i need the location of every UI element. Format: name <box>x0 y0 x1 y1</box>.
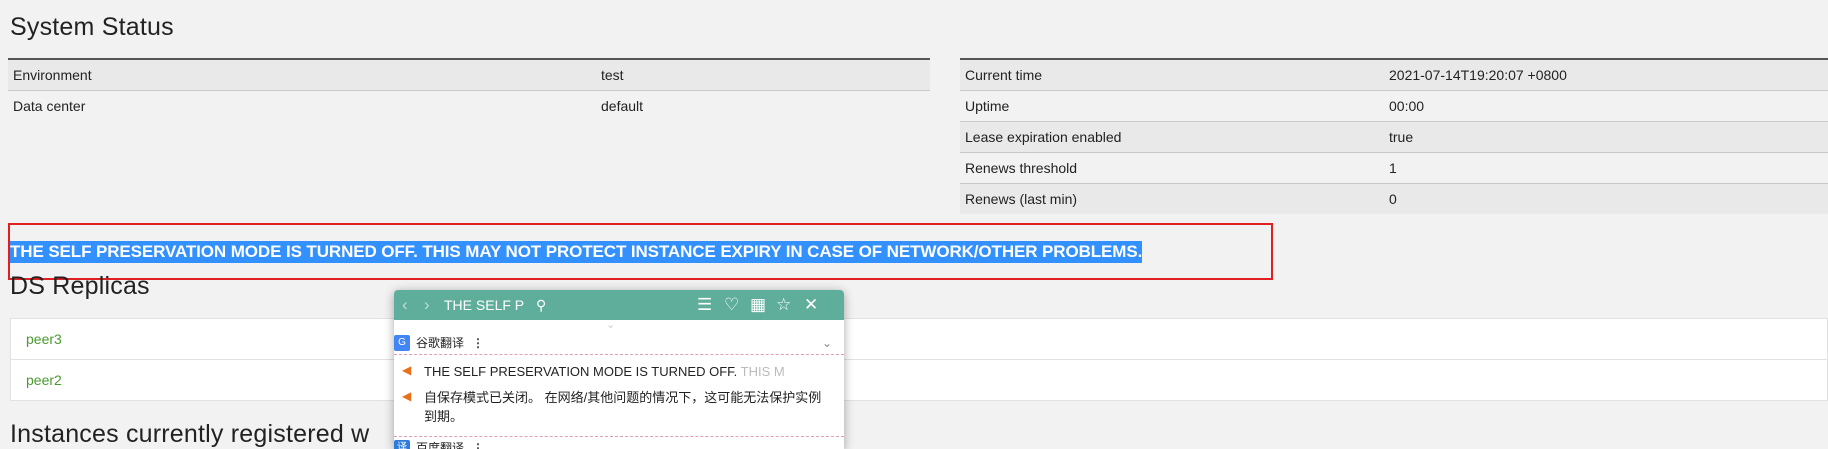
source-text-overflow: THIS M <box>737 364 785 379</box>
engine-name: 谷歌翻译 <box>416 336 465 350</box>
row-value: true <box>1384 121 1828 153</box>
translation-popup[interactable]: ‹ › THE SELF PI ⚲ ☰ ♡ ▦ ☆ ✕ ⌄ G 谷歌翻译 ⋮ ⌄… <box>394 290 844 449</box>
row-label: Renews (last min) <box>960 183 1384 214</box>
row-label: Environment <box>8 58 596 91</box>
row-value: 2021-07-14T19:20:07 +0800 <box>1384 58 1828 91</box>
google-translate-section[interactable]: G 谷歌翻译 ⋮ ⌄ <box>394 332 844 355</box>
row-label: Renews threshold <box>960 152 1384 184</box>
table-row: Data center default <box>8 90 930 121</box>
row-value: 00:00 <box>1384 90 1828 122</box>
translated-text: 自保存模式已关闭。 在网络/其他问题的情况下，这可能无法保护实例到期。 <box>424 390 822 424</box>
baidu-translate-logo-icon: 译 <box>394 440 410 449</box>
speaker-icon[interactable]: ◀ <box>402 363 411 377</box>
more-options-icon[interactable]: ⋮ <box>472 332 484 354</box>
self-preservation-warning[interactable]: THE SELF PRESERVATION MODE IS TURNED OFF… <box>10 241 1142 263</box>
source-text: THE SELF PRESERVATION MODE IS TURNED OFF… <box>424 364 738 379</box>
heart-icon[interactable]: ♡ <box>724 295 739 315</box>
replica-list: peer3 peer2 <box>10 318 1828 401</box>
row-label: Data center <box>8 90 596 121</box>
search-icon[interactable]: ⚲ <box>536 295 546 315</box>
collapse-caret-icon[interactable]: ⌄ <box>606 320 615 331</box>
menu-icon[interactable]: ☰ <box>697 295 712 315</box>
more-options-icon[interactable]: ⋮ <box>472 437 484 449</box>
status-table: Current time 2021-07-14T19:20:07 +0800 U… <box>960 58 1828 214</box>
pin-icon[interactable]: ☆ <box>776 295 791 315</box>
row-value: 1 <box>1384 152 1828 184</box>
chevron-down-icon[interactable]: ⌄ <box>822 437 832 449</box>
google-translate-logo-icon: G <box>394 335 410 351</box>
dictionary-icon[interactable]: ▦ <box>750 295 766 315</box>
speaker-icon[interactable]: ◀ <box>402 389 411 403</box>
row-label: Current time <box>960 58 1384 91</box>
baidu-translate-section[interactable]: 译 百度翻译 ⋮ ⌄ <box>394 436 844 449</box>
instances-title: Instances currently registered w <box>10 420 370 448</box>
row-value: 0 <box>1384 183 1828 214</box>
popup-query-input[interactable]: THE SELF PI <box>444 295 524 315</box>
chevron-down-icon[interactable]: ⌄ <box>822 332 832 354</box>
table-row: Renews (last min) 0 <box>960 183 1828 214</box>
forward-icon[interactable]: › <box>424 295 430 315</box>
replica-link-peer2[interactable]: peer2 <box>10 360 1828 401</box>
table-row: Uptime 00:00 <box>960 90 1828 122</box>
table-row: Environment test <box>8 58 930 91</box>
replica-link-peer3[interactable]: peer3 <box>10 318 1828 360</box>
back-icon[interactable]: ‹ <box>402 295 408 315</box>
row-value: test <box>596 58 930 91</box>
close-icon[interactable]: ✕ <box>804 295 818 315</box>
page-title: System Status <box>10 13 174 41</box>
environment-table: Environment test Data center default <box>8 58 930 121</box>
engine-name: 百度翻译 <box>416 441 465 449</box>
table-row: Renews threshold 1 <box>960 152 1828 184</box>
table-row: Lease expiration enabled true <box>960 121 1828 153</box>
popup-header: ‹ › THE SELF PI ⚲ ☰ ♡ ▦ ☆ ✕ <box>394 290 844 320</box>
row-value: default <box>596 90 930 121</box>
table-row: Current time 2021-07-14T19:20:07 +0800 <box>960 58 1828 91</box>
row-label: Lease expiration enabled <box>960 121 1384 153</box>
ds-replicas-title: DS Replicas <box>10 272 150 300</box>
row-label: Uptime <box>960 90 1384 122</box>
